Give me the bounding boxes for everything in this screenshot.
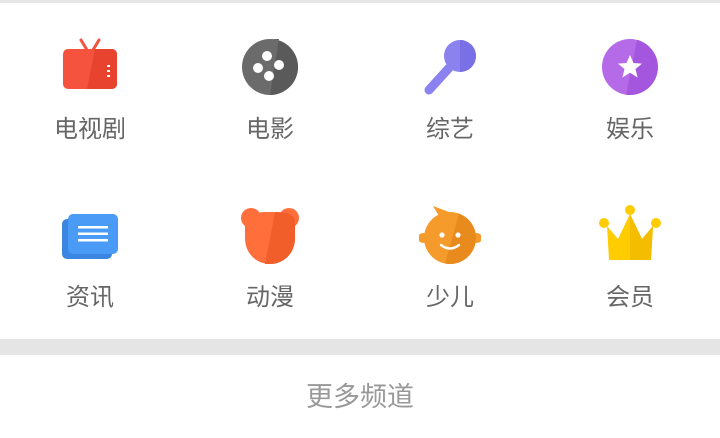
channel-label: 娱乐 xyxy=(606,115,654,143)
child-face-icon xyxy=(419,204,481,266)
channel-label: 资讯 xyxy=(66,283,114,311)
channel-variety[interactable]: 综艺 xyxy=(360,3,540,171)
channel-label: 电视剧 xyxy=(54,115,126,143)
channel-panel: 电视剧 电影 综艺 娱乐 资讯 动漫 少儿 会员 更多频道 xyxy=(0,0,720,438)
channel-anime[interactable]: 动漫 xyxy=(180,171,360,339)
film-reel-icon xyxy=(239,36,301,98)
more-channels-label: 更多频道 xyxy=(306,382,414,413)
crown-icon xyxy=(599,204,661,266)
more-channels-button[interactable]: 更多频道 xyxy=(0,355,720,438)
channel-vip[interactable]: 会员 xyxy=(540,171,720,339)
channel-label: 综艺 xyxy=(426,115,474,143)
section-divider xyxy=(0,339,720,355)
channel-label: 会员 xyxy=(606,283,654,311)
channel-grid: 电视剧 电影 综艺 娱乐 资讯 动漫 少儿 会员 xyxy=(0,3,720,339)
channel-label: 电影 xyxy=(246,115,294,143)
channel-movies[interactable]: 电影 xyxy=(180,3,360,171)
channel-news[interactable]: 资讯 xyxy=(0,171,180,339)
channel-kids[interactable]: 少儿 xyxy=(360,171,540,339)
microphone-icon xyxy=(419,36,481,98)
channel-entertainment[interactable]: 娱乐 xyxy=(540,3,720,171)
news-icon xyxy=(59,204,121,266)
channel-label: 动漫 xyxy=(246,283,294,311)
bear-icon xyxy=(239,204,301,266)
tv-icon xyxy=(59,36,121,98)
channel-label: 少儿 xyxy=(426,283,474,311)
star-badge-icon xyxy=(599,36,661,98)
channel-tv-series[interactable]: 电视剧 xyxy=(0,3,180,171)
